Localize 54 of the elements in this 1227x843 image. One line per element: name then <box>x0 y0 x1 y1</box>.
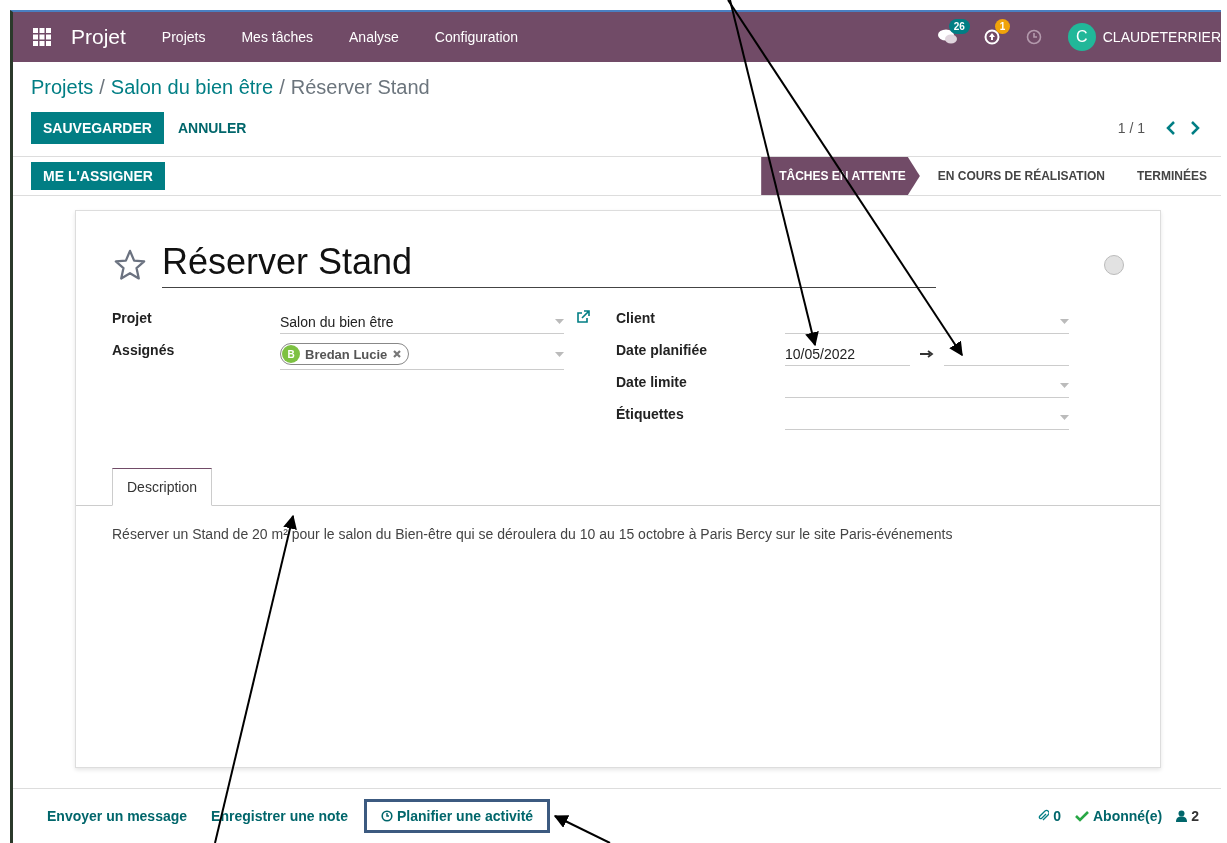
dropdown-caret-icon <box>1060 383 1069 388</box>
send-message-button[interactable]: Envoyer un message <box>35 802 200 830</box>
check-icon <box>1075 810 1089 822</box>
breadcrumb-separator: / <box>279 76 285 99</box>
count-badge: 1 <box>994 19 1011 34</box>
dropdown-caret-icon <box>1060 319 1069 324</box>
remove-icon[interactable] <box>392 349 403 359</box>
apps-menu-icon[interactable] <box>33 28 51 46</box>
menu-item[interactable]: Mes tâches <box>241 29 314 45</box>
dropdown-caret-icon <box>1060 415 1069 420</box>
task-title[interactable]: Réserver Stand <box>162 241 936 288</box>
assignees-field[interactable]: B Bredan Lucie <box>280 342 564 370</box>
clock-icon[interactable] <box>1025 29 1042 45</box>
assign-button[interactable]: ME L'ASSIGNER <box>31 162 165 190</box>
field-label: Projet <box>112 310 153 326</box>
breadcrumb-separator: / <box>99 76 105 99</box>
menu-item[interactable]: Analyse <box>349 29 399 45</box>
description-text[interactable]: Réserver un Stand de 20 m² pour le salon du Bien-être qui se déroulera du 10 au 15 octobre à Paris Bercy sur le site Paris-événements <box>112 526 1124 542</box>
followers-button[interactable]: 2 <box>1176 808 1199 824</box>
previous-icon[interactable] <box>1165 121 1177 135</box>
user-name[interactable]: CLAUDETERRIER <box>1102 29 1221 45</box>
notebook-tab[interactable]: Description <box>112 468 213 506</box>
external-link-icon[interactable] <box>576 310 590 324</box>
project-field[interactable]: Salon du bien être <box>280 310 564 334</box>
menu-item[interactable]: Projets <box>161 29 206 45</box>
clock-icon <box>381 810 393 822</box>
field-label: Date limite <box>616 374 688 390</box>
arrow-right-icon <box>920 350 934 358</box>
field-label: Assignés <box>112 342 176 358</box>
breadcrumb-item[interactable]: Salon du bien être <box>110 76 274 99</box>
activity-icon[interactable] <box>983 29 1000 45</box>
discard-button[interactable]: ANNULER <box>163 112 261 144</box>
follow-button[interactable]: Abonné(e) <box>1075 808 1163 824</box>
person-icon <box>1176 810 1188 822</box>
pager-counter: 1 / 1 <box>1117 120 1145 136</box>
breadcrumb-item: Réserver Stand <box>290 76 430 99</box>
field-label: Étiquettes <box>616 406 685 422</box>
schedule-activity-button[interactable]: Planifier une activité <box>364 799 551 833</box>
next-icon[interactable] <box>1189 121 1201 135</box>
paperclip-icon <box>1037 809 1050 823</box>
field-label: Client <box>616 310 656 326</box>
app-title: Projet <box>71 25 126 49</box>
start-date-field[interactable]: 10/05/2022 <box>785 342 910 366</box>
count-badge: 26 <box>948 19 970 34</box>
dropdown-caret-icon <box>555 319 564 324</box>
star-icon[interactable] <box>112 247 148 282</box>
field-label: Date planifiée <box>616 342 709 358</box>
dropdown-caret-icon <box>555 351 564 357</box>
breadcrumb-item[interactable]: Projets <box>31 76 94 99</box>
save-button[interactable]: SAUVEGARDER <box>31 112 164 144</box>
menu-item[interactable]: Configuration <box>434 29 519 45</box>
attachments-button[interactable]: 0 <box>1037 808 1061 824</box>
annotation-arrow <box>553 815 611 843</box>
chat-icon[interactable] <box>937 29 958 45</box>
